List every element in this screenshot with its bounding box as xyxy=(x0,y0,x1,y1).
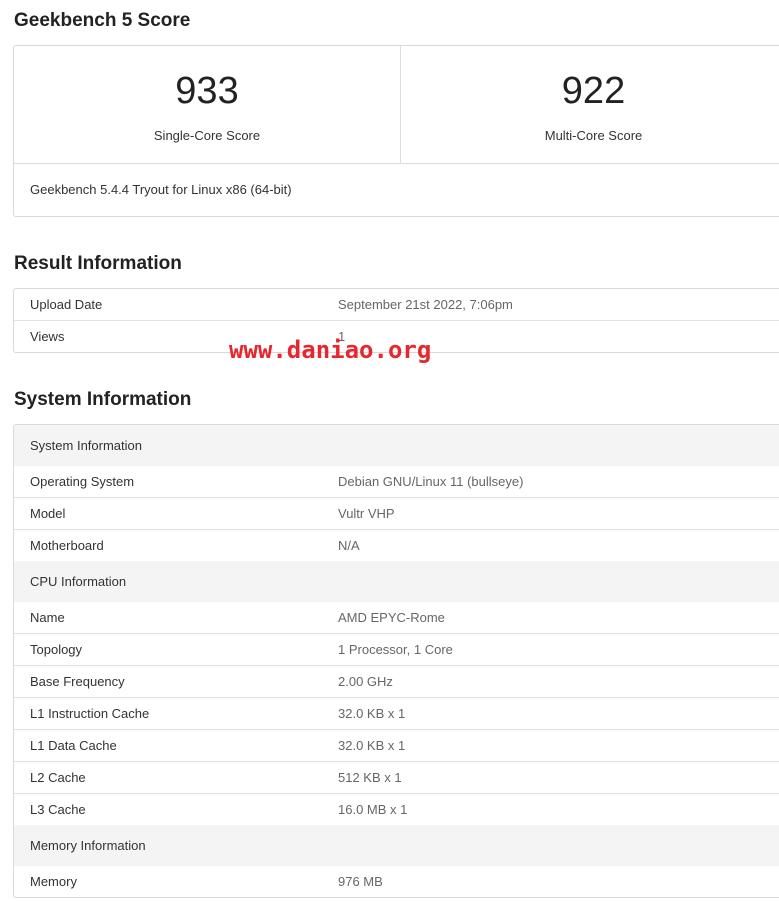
single-core-score: 933 xyxy=(175,70,239,112)
table-row: L2 Cache 512 KB x 1 xyxy=(14,762,779,794)
section-header-memory: Memory Information xyxy=(14,825,779,866)
table-row: L1 Instruction Cache 32.0 KB x 1 xyxy=(14,698,779,730)
system-info-table: System Information Operating System Debi… xyxy=(13,424,779,898)
row-value: 32.0 KB x 1 xyxy=(338,706,406,721)
row-value: Debian GNU/Linux 11 (bullseye) xyxy=(338,474,524,489)
row-label: Topology xyxy=(30,642,83,657)
row-value: N/A xyxy=(338,538,360,553)
table-row: Name AMD EPYC-Rome xyxy=(14,602,779,634)
table-row: L1 Data Cache 32.0 KB x 1 xyxy=(14,730,779,762)
section-header-cpu: CPU Information xyxy=(14,561,779,602)
row-label: Upload Date xyxy=(30,297,103,312)
row-label: Memory xyxy=(30,874,77,889)
row-label: L1 Instruction Cache xyxy=(30,706,150,721)
row-label: Operating System xyxy=(30,474,135,489)
row-value: Vultr VHP xyxy=(338,506,395,521)
geekbench-result-page: Geekbench 5 Score 933 Single-Core Score … xyxy=(0,0,779,901)
table-row: L3 Cache 16.0 MB x 1 xyxy=(14,794,779,825)
table-row: Base Frequency 2.00 GHz xyxy=(14,666,779,698)
score-heading: Geekbench 5 Score xyxy=(14,10,191,31)
system-info-heading: System Information xyxy=(14,389,192,410)
multi-core-label: Multi-Core Score xyxy=(544,128,643,143)
row-value: 2.00 GHz xyxy=(338,674,393,689)
row-value: 512 KB x 1 xyxy=(338,770,402,785)
watermark-text: www.daniao.org xyxy=(229,336,432,364)
single-core-cell: 933 Single-Core Score xyxy=(14,46,400,163)
row-value: 16.0 MB x 1 xyxy=(338,802,408,817)
row-label: Name xyxy=(30,610,65,625)
row-label: Motherboard xyxy=(30,538,104,553)
table-row: Motherboard N/A xyxy=(14,530,779,561)
row-value: 976 MB xyxy=(338,874,383,889)
score-card: 933 Single-Core Score 922 Multi-Core Sco… xyxy=(13,45,779,217)
row-label: Base Frequency xyxy=(30,674,125,689)
table-row: Topology 1 Processor, 1 Core xyxy=(14,634,779,666)
multi-core-cell: 922 Multi-Core Score xyxy=(400,46,779,163)
row-value: September 21st 2022, 7:06pm xyxy=(338,297,513,312)
multi-core-score: 922 xyxy=(561,70,626,112)
table-row: Memory 976 MB xyxy=(14,866,779,897)
row-value: 1 Processor, 1 Core xyxy=(338,642,453,657)
row-value: AMD EPYC-Rome xyxy=(338,610,445,625)
row-value: 32.0 KB x 1 xyxy=(338,738,406,753)
single-core-label: Single-Core Score xyxy=(153,128,261,143)
row-label: L3 Cache xyxy=(30,802,86,817)
row-label: Model xyxy=(30,506,66,521)
table-row: Operating System Debian GNU/Linux 11 (bu… xyxy=(14,466,779,498)
section-header-system: System Information xyxy=(14,425,779,466)
geekbench-version: Geekbench 5.4.4 Tryout for Linux x86 (64… xyxy=(30,182,292,197)
table-row: Model Vultr VHP xyxy=(14,498,779,530)
result-info-heading: Result Information xyxy=(14,253,182,274)
row-label: L1 Data Cache xyxy=(30,738,117,753)
row-label: L2 Cache xyxy=(30,770,86,785)
table-row: Upload Date September 21st 2022, 7:06pm xyxy=(14,289,779,321)
score-grid: 933 Single-Core Score 922 Multi-Core Sco… xyxy=(14,46,779,164)
